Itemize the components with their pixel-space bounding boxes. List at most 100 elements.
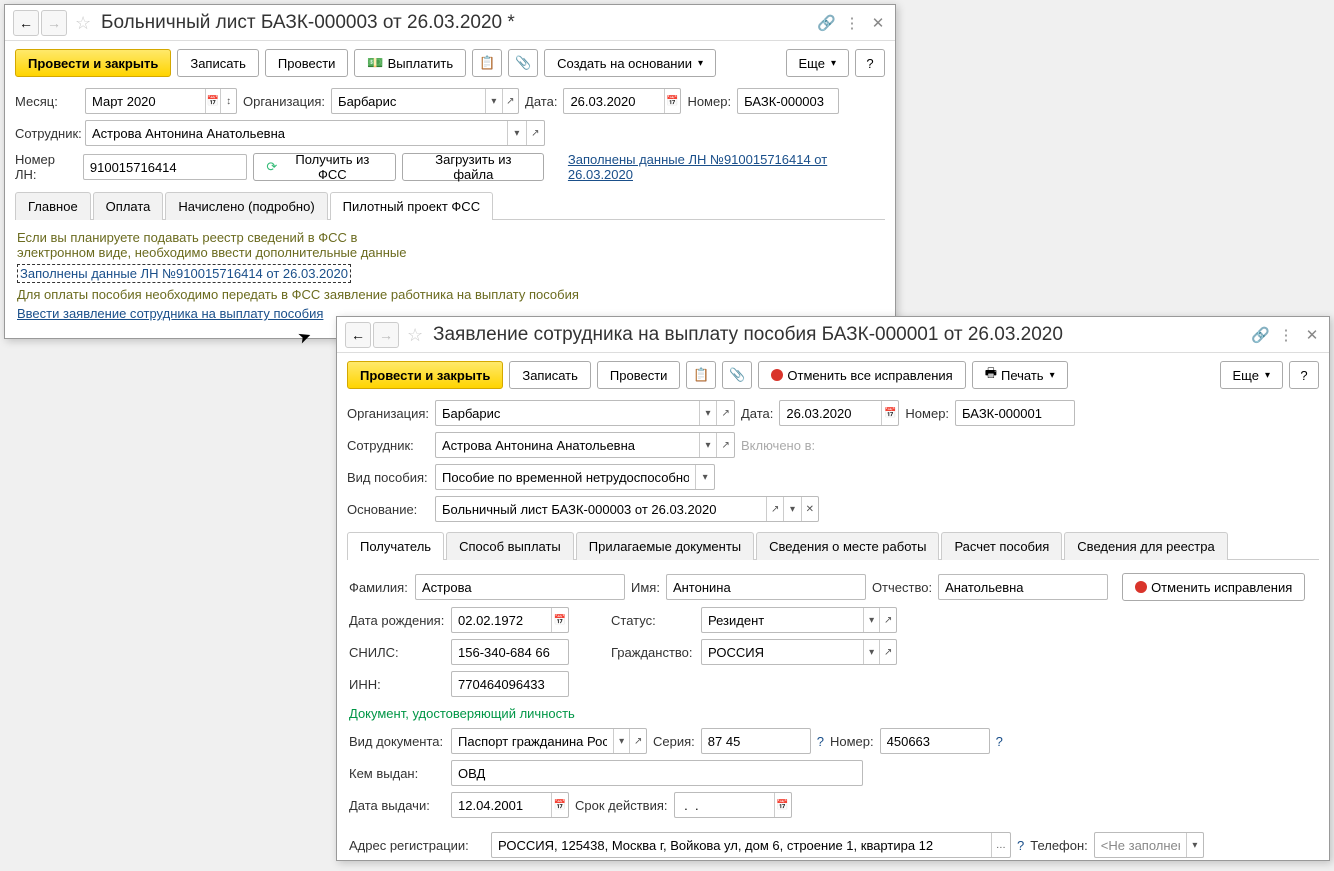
dropdown-icon[interactable]: ▾ [485, 89, 501, 113]
tab-registry[interactable]: Сведения для реестра [1064, 532, 1227, 560]
list-icon-button[interactable]: 📋 [472, 49, 502, 77]
calendar-icon[interactable]: 📅 [664, 89, 681, 113]
link-icon[interactable]: 🔗 [817, 14, 835, 32]
open-icon[interactable]: ↗ [879, 608, 896, 632]
dropdown-icon[interactable]: ▾ [699, 401, 717, 425]
calendar-icon[interactable]: 📅 [551, 608, 568, 632]
help-button[interactable]: ? [1289, 361, 1319, 389]
date-field[interactable]: 📅 [563, 88, 681, 114]
more-button[interactable]: Еще [786, 49, 849, 77]
dropdown-icon[interactable]: ▾ [613, 729, 630, 753]
help-icon[interactable]: ? [1017, 838, 1024, 853]
create-application-link[interactable]: Ввести заявление сотрудника на выплату п… [17, 306, 323, 321]
open-icon[interactable]: ↗ [716, 433, 734, 457]
tab-workplace[interactable]: Сведения о месте работы [756, 532, 939, 560]
citizenship-field[interactable]: ▾↗ [701, 639, 897, 665]
clear-icon[interactable]: ✕ [801, 497, 818, 521]
inn-field[interactable] [451, 671, 569, 697]
ln-data-link[interactable]: Заполнены данные ЛН №910015716414 от 26.… [17, 264, 351, 283]
nav-back-button[interactable]: ← [345, 322, 371, 348]
tab-attachments[interactable]: Прилагаемые документы [576, 532, 754, 560]
org-field[interactable]: ▾ ↗ [435, 400, 735, 426]
more-icon[interactable]: ⋮ [1277, 326, 1295, 344]
get-fss-button[interactable]: ⟳Получить из ФСС [253, 153, 396, 181]
tab-accrued[interactable]: Начислено (подробно) [165, 192, 327, 220]
open-icon[interactable]: ↗ [879, 640, 896, 664]
pay-button[interactable]: 💵Выплатить [354, 49, 466, 77]
open-icon[interactable]: ↗ [502, 89, 518, 113]
date-field[interactable]: 📅 [779, 400, 899, 426]
post-button[interactable]: Провести [597, 361, 681, 389]
basis-field[interactable]: ↗ ▾ ✕ [435, 496, 819, 522]
ellipsis-icon[interactable]: … [991, 833, 1010, 857]
help-icon[interactable]: ? [996, 734, 1003, 749]
help-icon[interactable]: ? [817, 734, 824, 749]
cancel-all-corrections-button[interactable]: Отменить все исправления [758, 361, 965, 389]
tab-payment-method[interactable]: Способ выплаты [446, 532, 574, 560]
employee-field[interactable]: ▾ ↗ [85, 120, 545, 146]
cancel-corrections-button[interactable]: Отменить исправления [1122, 573, 1305, 601]
attachment-icon-button[interactable]: 📎 [508, 49, 538, 77]
status-field[interactable]: ▾↗ [701, 607, 897, 633]
nav-forward-button[interactable]: → [373, 322, 399, 348]
tab-recipient[interactable]: Получатель [347, 532, 444, 560]
dropdown-icon[interactable]: ▾ [1186, 833, 1203, 857]
dropdown-icon[interactable]: ▾ [863, 640, 880, 664]
more-icon[interactable]: ⋮ [843, 14, 861, 32]
calendar-icon[interactable]: 📅 [881, 401, 898, 425]
month-field[interactable]: 📅 ↕ [85, 88, 237, 114]
bdate-field[interactable]: 📅 [451, 607, 569, 633]
calendar-icon[interactable]: 📅 [774, 793, 791, 817]
dropdown-icon[interactable]: ▾ [783, 497, 800, 521]
create-based-button[interactable]: Создать на основании [544, 49, 716, 77]
post-button[interactable]: Провести [265, 49, 349, 77]
number-field[interactable] [955, 400, 1075, 426]
close-icon[interactable]: ✕ [1303, 326, 1321, 344]
snils-field[interactable] [451, 639, 569, 665]
load-file-button[interactable]: Загрузить из файла [402, 153, 544, 181]
spinner-icon[interactable]: ↕ [220, 89, 236, 113]
fname-field[interactable] [666, 574, 866, 600]
attachment-icon-button[interactable]: 📎 [722, 361, 752, 389]
close-icon[interactable]: ✕ [869, 14, 887, 32]
calendar-icon[interactable]: 📅 [205, 89, 221, 113]
nav-forward-button[interactable]: → [41, 10, 67, 36]
issue-date-field[interactable]: 📅 [451, 792, 569, 818]
dropdown-icon[interactable]: ▾ [507, 121, 525, 145]
more-button[interactable]: Еще [1220, 361, 1283, 389]
list-icon-button[interactable]: 📋 [686, 361, 716, 389]
lname-field[interactable] [415, 574, 625, 600]
dropdown-icon[interactable]: ▾ [863, 608, 880, 632]
employee-field[interactable]: ▾ ↗ [435, 432, 735, 458]
tab-payment[interactable]: Оплата [93, 192, 164, 220]
phone-field[interactable]: ▾ [1094, 832, 1204, 858]
nav-back-button[interactable]: ← [13, 10, 39, 36]
valid-until-field[interactable]: 📅 [674, 792, 792, 818]
open-icon[interactable]: ↗ [766, 497, 783, 521]
issued-by-field[interactable] [451, 760, 863, 786]
tab-main[interactable]: Главное [15, 192, 91, 220]
ln-field[interactable] [83, 154, 247, 180]
doc-number-field[interactable] [880, 728, 990, 754]
series-field[interactable] [701, 728, 811, 754]
post-and-close-button[interactable]: Провести и закрыть [15, 49, 171, 77]
help-button[interactable]: ? [855, 49, 885, 77]
mname-field[interactable] [938, 574, 1108, 600]
link-icon[interactable]: 🔗 [1251, 326, 1269, 344]
ln-info-link[interactable]: Заполнены данные ЛН №910015716414 от 26.… [568, 152, 885, 182]
reg-addr-field[interactable]: … [491, 832, 1011, 858]
open-icon[interactable]: ↗ [526, 121, 544, 145]
favorite-star-icon[interactable]: ☆ [407, 325, 427, 345]
calendar-icon[interactable]: 📅 [551, 793, 568, 817]
dropdown-icon[interactable]: ▾ [695, 465, 714, 489]
number-field[interactable] [737, 88, 839, 114]
open-icon[interactable]: ↗ [716, 401, 734, 425]
favorite-star-icon[interactable]: ☆ [75, 13, 95, 33]
org-field[interactable]: ▾ ↗ [331, 88, 519, 114]
write-button[interactable]: Записать [509, 361, 591, 389]
tab-calculation[interactable]: Расчет пособия [941, 532, 1062, 560]
benefit-type-field[interactable]: ▾ [435, 464, 715, 490]
post-and-close-button[interactable]: Провести и закрыть [347, 361, 503, 389]
open-icon[interactable]: ↗ [629, 729, 646, 753]
tab-pilot-fss[interactable]: Пилотный проект ФСС [330, 192, 493, 220]
